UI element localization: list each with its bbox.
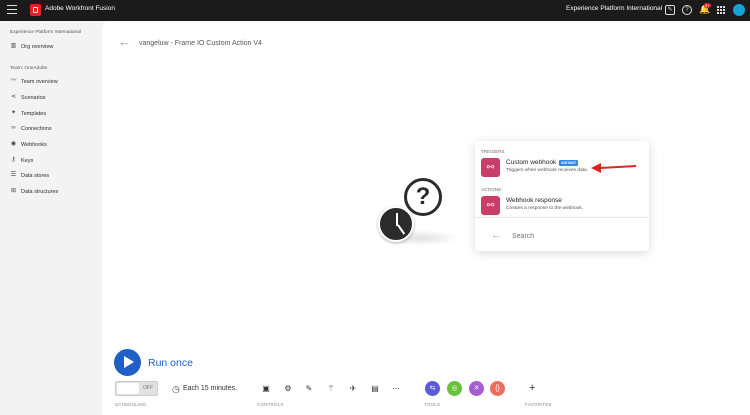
menu-icon[interactable] xyxy=(7,5,17,15)
more-icon[interactable]: ⋯ xyxy=(391,384,401,394)
controls-caption: CONTROLS xyxy=(257,402,284,407)
run-once-label[interactable]: Run once xyxy=(148,357,193,369)
sidebar-item-label: Scenarios xyxy=(21,94,46,101)
globe-icon: ◉ xyxy=(10,141,17,147)
briefcase-icon[interactable]: ▤ xyxy=(370,384,380,394)
scheduler-clock-icon[interactable] xyxy=(378,206,414,242)
back-arrow-icon[interactable]: ← xyxy=(491,229,502,241)
app-title: Adobe Workfront Fusion xyxy=(45,5,115,12)
scheduling-toggle[interactable]: OFF xyxy=(115,381,158,396)
magic-wand-icon[interactable]: ⚚ xyxy=(326,384,336,394)
json-icon[interactable]: {} xyxy=(490,381,505,396)
triggers-heading: TRIGGERS xyxy=(481,149,505,154)
help-icon[interactable]: ? xyxy=(682,5,692,15)
gear-icon[interactable]: ⚙ xyxy=(283,384,293,394)
share-icon: ⋖ xyxy=(10,94,17,100)
sidebar-item-data-stores[interactable]: ☰ Data stores xyxy=(10,172,49,179)
instant-badge: INSTANT xyxy=(559,159,579,166)
back-arrow-icon[interactable]: ← xyxy=(118,34,131,49)
schedule-interval[interactable]: Each 15 minutes. xyxy=(183,385,237,392)
option-title: Custom webhook xyxy=(506,159,557,166)
feedback-icon[interactable]: ✎ xyxy=(665,5,675,15)
tools-icon[interactable]: ◎ xyxy=(447,381,462,396)
option-description: Creates a response to the webhook. xyxy=(506,206,584,211)
option-description: Triggers when webhook receives data. xyxy=(506,168,588,173)
key-icon: ⚷ xyxy=(11,157,16,163)
pulse-icon: 〰 xyxy=(10,78,17,84)
notification-badge: 9+ xyxy=(704,3,711,8)
module-search-input[interactable] xyxy=(512,230,638,242)
top-bar: Adobe Workfront Fusion Experience Platfo… xyxy=(0,0,750,21)
sidebar-item-label: Connections xyxy=(21,125,52,132)
sidebar-team-section: Team: OneAdobe xyxy=(10,66,48,71)
sidebar-item-team-overview[interactable]: 〰 Team overview xyxy=(10,78,58,85)
module-picker-popup: TRIGGERS ⚯ Custom webhook INSTANT Trigge… xyxy=(475,141,649,251)
puzzle-icon: ✦ xyxy=(10,110,17,116)
add-favorite-icon[interactable]: + xyxy=(529,382,535,394)
text-parser-icon[interactable]: ✕ xyxy=(469,381,484,396)
flow-control-icon[interactable]: ⇆ xyxy=(425,381,440,396)
divider xyxy=(475,217,649,218)
sidebar-item-label: Templates xyxy=(21,110,47,117)
red-pointer-arrow-icon xyxy=(591,163,637,173)
scenario-title[interactable]: vangeluw - Frame IO Custom Action V4 xyxy=(139,40,262,47)
scheduling-caption: SCHEDULING xyxy=(115,402,147,407)
custom-webhook-option[interactable]: ⚯ Custom webhook INSTANT Triggers when w… xyxy=(481,158,588,177)
building-icon: ▥ xyxy=(10,43,17,49)
run-once-button[interactable] xyxy=(114,349,141,376)
tools-caption: TOOLS xyxy=(424,402,441,407)
structure-icon: ⊞ xyxy=(10,188,17,194)
notes-icon[interactable]: ✎ xyxy=(304,384,314,394)
sidebar-item-label: Data stores xyxy=(21,172,50,179)
avatar[interactable] xyxy=(733,4,745,16)
actions-heading: ACTIONS xyxy=(481,187,502,192)
unknown-module-icon[interactable]: ? xyxy=(404,178,442,216)
sidebar-item-label: Org overview xyxy=(21,43,54,50)
webhook-icon: ⚯ xyxy=(481,196,500,215)
sidebar-item-keys[interactable]: ⚷ Keys xyxy=(10,157,33,164)
link-icon: ∞ xyxy=(11,125,16,131)
sidebar-item-label: Data structures xyxy=(21,188,59,195)
organization-switcher[interactable]: Experience Platform International xyxy=(566,5,662,12)
adobe-logo-icon xyxy=(30,4,41,16)
sidebar-item-connections[interactable]: ∞ Connections xyxy=(10,125,52,132)
clock-icon[interactable]: ◷ xyxy=(172,384,180,395)
toggle-state: OFF xyxy=(143,385,153,391)
webhook-response-option[interactable]: ⚯ Webhook response Creates a response to… xyxy=(481,196,583,215)
scenario-canvas[interactable] xyxy=(102,21,750,415)
webhook-icon: ⚯ xyxy=(481,158,500,177)
database-icon: ☰ xyxy=(10,172,17,178)
sidebar-item-scenarios[interactable]: ⋖ Scenarios xyxy=(10,94,45,101)
option-title: Webhook response xyxy=(506,197,562,204)
airplane-icon[interactable]: ✈ xyxy=(348,384,358,394)
sidebar-item-data-structures[interactable]: ⊞ Data structures xyxy=(10,188,58,195)
save-icon[interactable]: ▣ xyxy=(261,384,271,394)
favorites-caption: FAVORITES xyxy=(525,402,552,407)
sidebar-org-section: Experience Platform International xyxy=(10,30,81,35)
apps-grid-icon[interactable] xyxy=(717,6,725,14)
sidebar-item-templates[interactable]: ✦ Templates xyxy=(10,110,46,117)
sidebar-item-label: Webhooks xyxy=(21,141,47,148)
sidebar-item-webhooks[interactable]: ◉ Webhooks xyxy=(10,141,47,148)
sidebar-item-label: Keys xyxy=(21,157,34,164)
sidebar-item-label: Team overview xyxy=(21,78,58,85)
sidebar-item-org-overview[interactable]: ▥ Org overview xyxy=(10,43,54,50)
